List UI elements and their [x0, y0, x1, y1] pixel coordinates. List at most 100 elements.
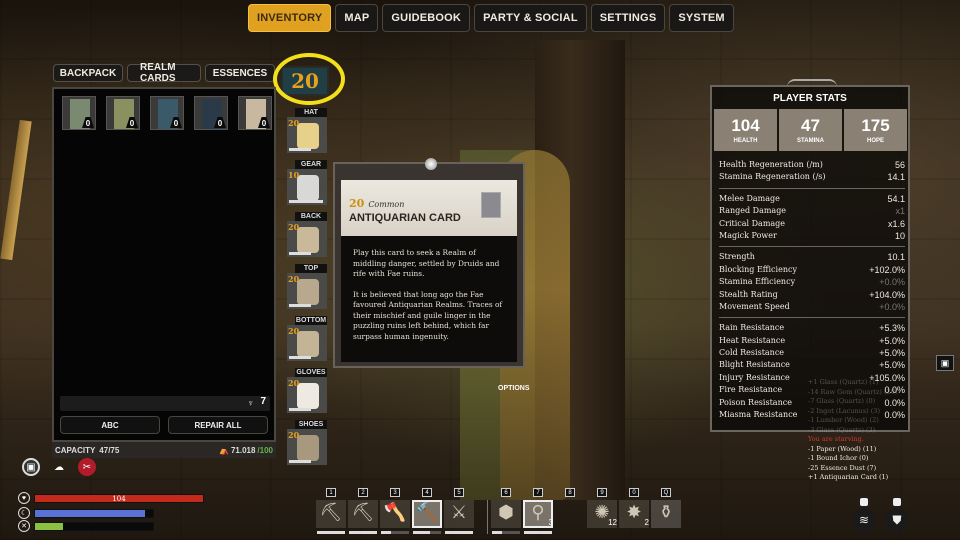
equip-tier: 20	[288, 326, 300, 336]
top-item-icon	[297, 279, 319, 305]
hotbar-durability	[317, 531, 345, 534]
weight-current: 71.018	[230, 445, 256, 455]
health-label: HEALTH	[733, 137, 758, 144]
subtab-backpack[interactable]: BACKPACK	[53, 64, 123, 82]
stat-row: Rain Resistance +5.3%	[719, 323, 905, 335]
realm-card-slot[interactable]: 0	[62, 96, 96, 130]
stat-value: 56	[894, 160, 905, 170]
weight-max: /100	[257, 445, 273, 455]
tooltip-gem-ornament	[425, 158, 437, 170]
stat-row: Movement Speed +0.0%	[719, 302, 905, 314]
stat-row: Critical Damage x1.6	[719, 219, 905, 231]
subtab-essences[interactable]: ESSENCES	[205, 64, 275, 82]
tab-system[interactable]: SYSTEM	[669, 4, 734, 32]
hotbar-key: 8	[565, 488, 575, 497]
camera-button[interactable]: ▣	[936, 355, 954, 371]
stat-row: Stamina Regeneration (/s) 14.1	[719, 172, 905, 184]
hunger-bar-fill	[35, 522, 64, 530]
stat-row: Blight Resistance +5.0%	[719, 360, 905, 372]
capacity-value: 47/75	[99, 445, 120, 455]
subtab-realm-cards[interactable]: REALM CARDS	[127, 62, 201, 84]
equip-slot-box[interactable]: 20	[287, 377, 327, 413]
shield-icon: ⬢	[498, 502, 514, 522]
primary-stats: 104 HEALTH 47 STAMINA 175 HOPE	[714, 109, 907, 151]
equip-slot-box[interactable]: 20	[287, 221, 327, 257]
realm-card-slot[interactable]: 0	[106, 96, 140, 130]
log-line: -1 Paper (Wood) (11)	[808, 444, 877, 453]
health-stat: 104 HEALTH	[714, 109, 777, 151]
axe-icon: 🪓	[383, 502, 407, 522]
inventory-subtabs: BACKPACK REALM CARDS ESSENCES	[53, 62, 275, 84]
tab-guidebook[interactable]: GUIDEBOOK	[382, 4, 471, 32]
stamina-label: STAMINA	[797, 137, 824, 144]
tooltip-paragraph: Play this card to seek a Realm of middli…	[353, 248, 500, 278]
options-hint[interactable]: OPTIONS	[498, 385, 530, 392]
equip-slot-label: GLOVES	[295, 368, 327, 377]
shoes-item-icon	[297, 435, 319, 461]
capacity-label: CAPACITY	[55, 445, 96, 455]
tab-party-social[interactable]: PARTY & SOCIAL	[474, 4, 587, 32]
hunger-bar-row: ✕	[18, 520, 154, 532]
stat-name: Strength	[719, 252, 755, 262]
hotbar-durability	[492, 531, 520, 534]
stat-group: Strength 10.1 Blocking Efficiency +102.0% St…	[719, 246, 905, 314]
equip-slot-box[interactable]: 20	[287, 325, 327, 361]
log-line: +1 Glass (Quartz) (1)	[808, 378, 879, 386]
quick-action-button[interactable]: ⛊	[885, 498, 909, 534]
activity-log: +1 Glass (Quartz) (1) -14 Raw Gem (Quartz…	[808, 378, 928, 483]
equip-slot-gloves: 20 GLOVES	[287, 368, 327, 414]
health-value: 104	[731, 115, 760, 135]
hotbar-durability	[445, 531, 473, 534]
hunger-bar	[34, 521, 154, 531]
stat-value: +0.0%	[879, 301, 905, 312]
realm-card-slot[interactable]: 0	[194, 96, 228, 130]
hotbar-durability	[381, 531, 409, 534]
hotbar-divider	[487, 500, 488, 534]
stat-name: Melee Damage	[719, 193, 780, 203]
stat-name: Stealth Rating	[719, 289, 778, 299]
stat-value: +102.0%	[869, 264, 905, 275]
tab-inventory[interactable]: INVENTORY	[248, 4, 332, 32]
realm-card-slot[interactable]: 0	[150, 96, 184, 130]
tab-settings[interactable]: SETTINGS	[590, 4, 666, 32]
hope-stat: 175 HOPE	[844, 109, 907, 151]
equip-slot-box[interactable]: 10	[287, 169, 327, 205]
stat-row: Magick Power 10	[719, 231, 905, 243]
stat-row: Cold Resistance +5.0%	[719, 348, 905, 360]
hunger-icon: ✕	[18, 520, 30, 532]
log-line: -14 Raw Gem (Quartz) (20)	[808, 387, 898, 396]
equip-tier: 20	[288, 430, 300, 440]
tooltip-tier-line: 20 Common	[349, 197, 404, 210]
stamina-icon: ☾	[18, 507, 30, 519]
stat-row: Stamina Efficiency +0.0%	[719, 277, 905, 289]
hotbar-slot-box[interactable]	[555, 500, 585, 528]
quick-action-button[interactable]: ≋	[852, 498, 876, 534]
equip-slot-box[interactable]: 20	[287, 273, 327, 309]
sort-abc-button[interactable]: ABC	[60, 416, 160, 434]
equip-slot-box[interactable]: 20	[287, 429, 327, 465]
equip-slot-box[interactable]: 20	[287, 117, 327, 153]
panel-buttons: ABC REPAIR ALL	[60, 416, 268, 434]
realm-cards-panel: 00000 ♆ 7 ABC REPAIR ALL	[52, 87, 276, 442]
tab-map[interactable]: MAP	[335, 4, 379, 32]
hotbar-key: 6	[501, 488, 511, 497]
equip-slot-bottom: 20 BOTTOM	[287, 316, 327, 362]
stat-name: Ranged Damage	[719, 206, 787, 216]
hotbar-durability-fill	[317, 531, 345, 534]
hotbar-durability-fill	[524, 531, 552, 534]
item-count-icon: ♆	[247, 398, 254, 408]
equip-slot-top: 20 TOP	[287, 264, 327, 310]
stat-name: Rain Resistance	[719, 323, 785, 333]
equip-durability-bar	[289, 304, 311, 307]
realm-card-slot[interactable]: 0	[238, 96, 272, 130]
hotbar-durability-fill	[381, 531, 391, 534]
starving-status-icon: ✂	[78, 458, 96, 476]
stat-row: Melee Damage 54.1	[719, 194, 905, 206]
stat-name: Cold Resistance	[719, 348, 785, 358]
stat-name: Heat Resistance	[719, 335, 786, 345]
item-filter-bar[interactable]: ♆ 7	[60, 396, 270, 411]
repair-all-button[interactable]: REPAIR ALL	[168, 416, 268, 434]
stamina-value: 47	[801, 115, 820, 135]
hotbar-key: 2	[358, 488, 368, 497]
hotbar-durability	[349, 531, 377, 534]
